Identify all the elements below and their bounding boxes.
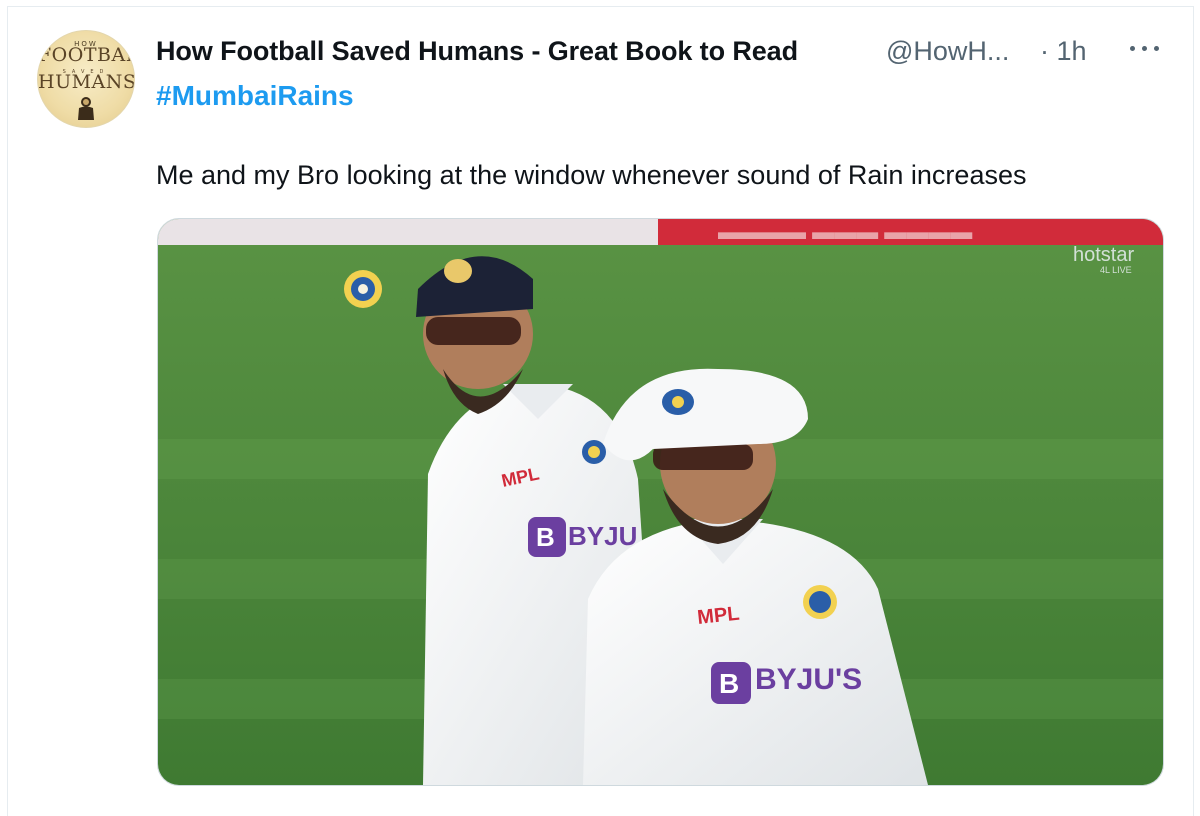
watermark-text: hotstar: [1073, 244, 1134, 266]
svg-text:B: B: [536, 522, 555, 552]
watermark-sub: 4L LIVE: [1100, 265, 1132, 275]
svg-text:▬▬▬▬ ▬▬▬ ▬▬▬▬: ▬▬▬▬ ▬▬▬ ▬▬▬▬: [718, 219, 972, 244]
hashtag-link[interactable]: #MumbaiRains: [156, 80, 354, 112]
avatar-line1: FOOTBALL: [38, 44, 134, 66]
cricket-photo: ▬▬▬▬ ▬▬▬ ▬▬▬▬ hotstar 4L LIVE MPL B BYJU: [158, 219, 1163, 785]
avatar[interactable]: HOW FOOTBALL SAVED HUMANS: [37, 30, 135, 128]
author-name[interactable]: How Football Saved Humans - Great Book t…: [156, 36, 798, 67]
tweet-media-image[interactable]: ▬▬▬▬ ▬▬▬ ▬▬▬▬ hotstar 4L LIVE MPL B BYJU: [157, 218, 1164, 786]
avatar-line2: HUMANS: [38, 71, 135, 93]
svg-text:B: B: [719, 668, 739, 699]
byjus-text-left: BYJU: [568, 521, 637, 551]
mpl-logo-right: MPL: [696, 603, 740, 629]
astronaut-icon: [78, 97, 94, 120]
byjus-text-right: BYJU'S: [755, 663, 862, 696]
tweet-text: Me and my Bro looking at the window when…: [156, 160, 1027, 190]
tweet-time[interactable]: · 1h: [1040, 36, 1087, 67]
more-horizontal-icon[interactable]: [1128, 36, 1162, 58]
author-handle[interactable]: @HowH...: [886, 36, 1009, 67]
